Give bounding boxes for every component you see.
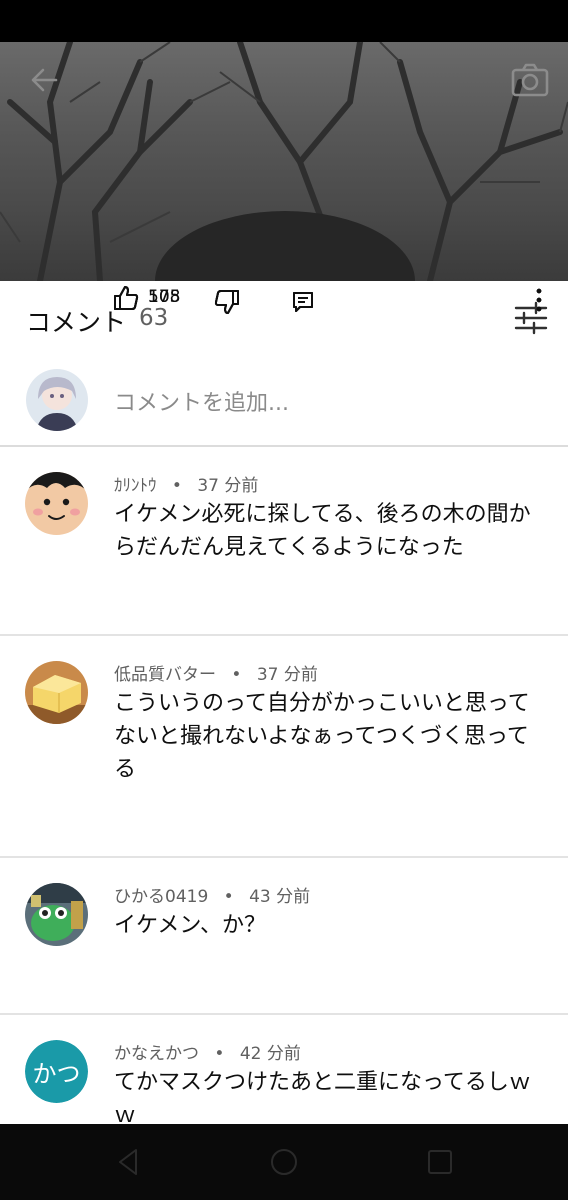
back-arrow-icon[interactable] <box>26 62 62 98</box>
meta-separator: • <box>214 1044 225 1064</box>
add-comment-row <box>0 355 568 445</box>
meta-separator: • <box>231 665 242 685</box>
comment-author[interactable]: ひかる0419 <box>114 887 208 907</box>
avatar-initials: かつ <box>25 1040 88 1103</box>
meta-separator: • <box>223 887 234 907</box>
like-count: 57 <box>148 287 170 307</box>
nav-home-icon[interactable] <box>268 1146 300 1178</box>
author-avatar[interactable] <box>25 472 88 535</box>
reply-icon[interactable] <box>292 291 314 313</box>
more-vert-icon[interactable] <box>528 287 550 313</box>
comment-time: 37 分前 <box>256 665 318 685</box>
video-player[interactable] <box>0 42 568 281</box>
thumbs-down-icon[interactable] <box>214 289 240 315</box>
comment-item: 低品質バター • 37 分前 こういうのって自分がかっこいいと思ってないと撮れな… <box>0 636 568 857</box>
comments-sheet: コメント 63 コメントを追加... ｶﾘﾝﾄｳ • 37 分前 イケメン必死に… <box>0 281 568 1124</box>
comments-header: コメント 63 <box>0 281 568 355</box>
comment-author[interactable]: かなえかつ <box>114 1044 199 1064</box>
comment-meta: 低品質バター • 37 分前 <box>114 660 318 685</box>
comment-time: 37 分前 <box>197 476 259 496</box>
author-avatar[interactable] <box>25 661 88 724</box>
comment-time: 42 分前 <box>239 1044 301 1064</box>
comment-meta: かなえかつ • 42 分前 <box>114 1039 301 1064</box>
my-avatar <box>26 369 88 431</box>
status-bar <box>0 0 568 42</box>
comment-text: こういうのって自分がかっこいいと思ってないと撮れないよなぁってつくづく思ってる <box>114 691 530 782</box>
comment-text: イケメン、か？ <box>114 913 267 938</box>
author-avatar[interactable] <box>25 883 88 946</box>
system-nav-bar <box>0 1124 568 1200</box>
comment-author[interactable]: ｶﾘﾝﾄｳ <box>114 476 157 496</box>
comment-item: ｶﾘﾝﾄｳ • 37 分前 イケメン必死に探してる、後ろの木の間からだんだん見え… <box>0 447 568 634</box>
comments-count: 63 <box>139 305 169 331</box>
comment-meta: ｶﾘﾝﾄｳ • 37 分前 <box>114 471 258 496</box>
comment-author[interactable]: 低品質バター <box>114 665 216 685</box>
comment-item: ひかる0419 • 43 分前 イケメン、か？ <box>0 858 568 1013</box>
video-frame-trees <box>0 42 568 281</box>
thumbs-up-icon[interactable] <box>113 285 139 311</box>
comment-meta: ひかる0419 • 43 分前 <box>114 882 310 907</box>
meta-separator: • <box>171 476 182 496</box>
author-avatar[interactable]: かつ <box>25 1040 88 1103</box>
add-comment-input[interactable] <box>114 383 534 423</box>
comments-title: コメント <box>26 308 127 337</box>
comment-text: てかマスクつけたあと二重になってるしｗｗ <box>114 1070 531 1124</box>
comment-text: イケメン必死に探してる、後ろの木の間からだんだん見えてくるようになった <box>114 502 531 560</box>
comment-item: かつ かなえかつ • 42 分前 てかマスクつけたあと二重になってるしｗｗ <box>0 1015 568 1124</box>
nav-back-icon[interactable] <box>112 1146 144 1178</box>
comment-time: 43 分前 <box>249 887 311 907</box>
nav-recents-icon[interactable] <box>424 1146 456 1178</box>
camera-icon[interactable] <box>510 62 550 98</box>
